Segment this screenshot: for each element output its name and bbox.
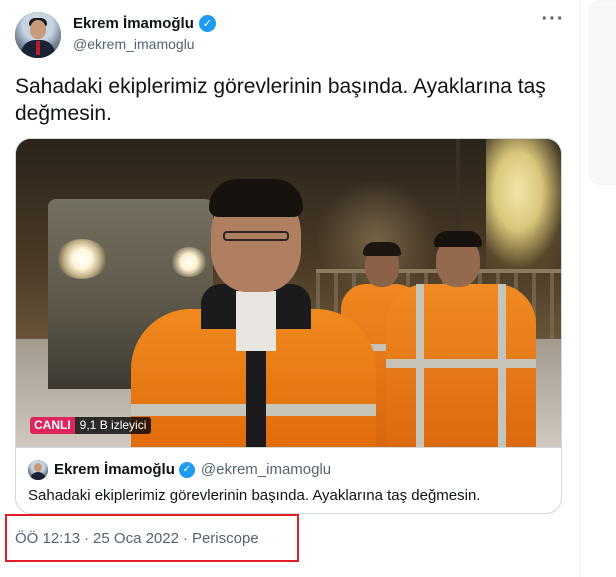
live-video-thumbnail[interactable]: CANLI 9,1 B izleyici xyxy=(16,139,561,447)
video-headlight-left xyxy=(56,239,108,279)
tweet-date[interactable]: 25 Oca 2022 xyxy=(93,530,179,547)
main-person-shirt xyxy=(236,291,276,351)
video-worker-right xyxy=(386,229,536,447)
tweet-text: Sahadaki ekiplerimiz görevlerinin başınd… xyxy=(15,75,546,125)
live-label: CANLI xyxy=(30,417,75,434)
worker-hair xyxy=(434,231,482,247)
avatar-head xyxy=(30,20,46,39)
verified-badge-icon: ✓ xyxy=(198,15,216,32)
main-person-hair xyxy=(209,179,303,217)
main-person-glasses xyxy=(223,231,289,241)
author-name-row[interactable]: Ekrem İmamoğlu ✓ xyxy=(73,15,216,32)
tweet-source[interactable]: Periscope xyxy=(192,530,259,547)
quoted-avatar xyxy=(28,460,48,480)
tweet-metadata: ÖÖ 12:13 · 25 Oca 2022 · Periscope xyxy=(15,530,259,547)
author-name[interactable]: Ekrem İmamoğlu xyxy=(73,15,194,32)
quoted-author-handle: @ekrem_imamoglu xyxy=(200,461,332,478)
avatar[interactable] xyxy=(15,12,61,58)
viewer-count: 9,1 B izleyici xyxy=(74,417,152,434)
quoted-avatar-head xyxy=(34,463,42,472)
quoted-author-row: Ekrem İmamoğlu ✓ @ekrem_imamoglu xyxy=(54,461,331,478)
worker-reflective-strap-right xyxy=(498,284,506,447)
tweet-time[interactable]: ÖÖ 12:13 xyxy=(15,530,80,547)
quoted-author-name: Ekrem İmamoğlu xyxy=(54,461,175,478)
meta-separator: · xyxy=(182,530,188,547)
live-badge: CANLI 9,1 B izleyici xyxy=(30,417,152,434)
video-main-person xyxy=(131,179,376,447)
quoted-verified-badge-icon: ✓ xyxy=(178,461,195,478)
meta-separator: · xyxy=(84,530,90,547)
avatar-tie xyxy=(36,41,40,55)
worker-reflective-strap-left xyxy=(416,284,424,447)
quoted-tweet[interactable]: Ekrem İmamoğlu ✓ @ekrem_imamoglu Sahadak… xyxy=(16,447,561,513)
right-sidebar xyxy=(580,0,616,577)
author-handle[interactable]: @ekrem_imamoglu xyxy=(73,36,195,52)
more-options-button[interactable]: ··· xyxy=(539,9,567,34)
tweet: Ekrem İmamoğlu ✓ @ekrem_imamoglu ··· Sah… xyxy=(0,0,580,577)
quoted-media-card[interactable]: CANLI 9,1 B izleyici Ekrem İmamoğlu ✓ @e… xyxy=(15,138,562,514)
worker-reflective-stripe xyxy=(386,359,536,368)
right-sidebar-card xyxy=(589,0,616,185)
quoted-tweet-text: Sahadaki ekiplerimiz görevlerinin başınd… xyxy=(28,487,481,504)
